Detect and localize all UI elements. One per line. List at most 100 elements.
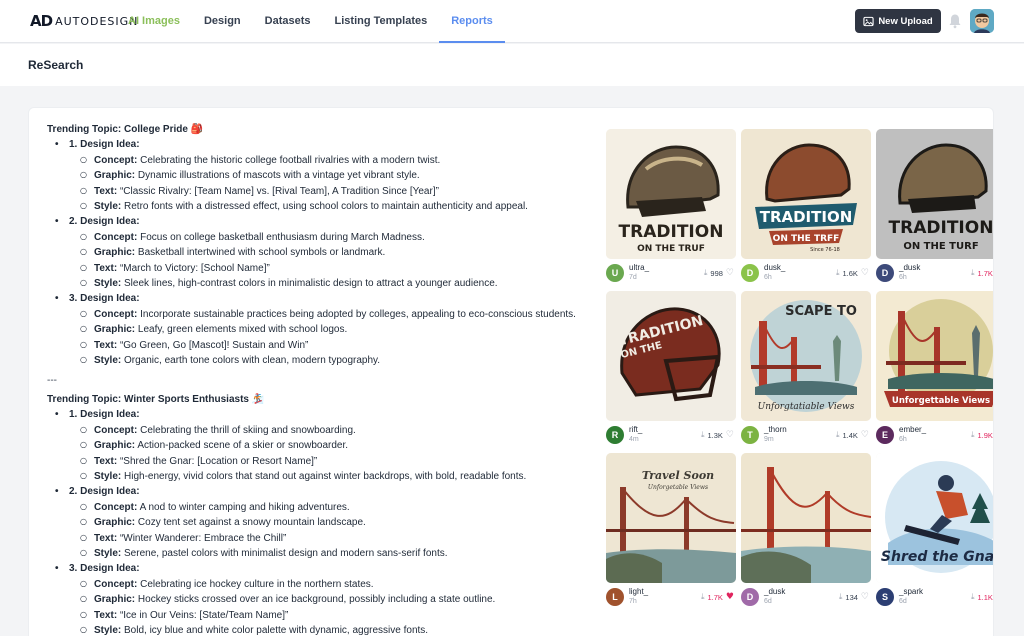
tile-stats: ⤓ 1.1K ♥ [971,592,993,602]
tile-meta: R rift_ 4m ⤓ 1.3K ♡ [606,421,736,449]
user-avatar[interactable] [970,9,994,33]
tile-meta: D _dusk 6h ⤓ 1.7K ♥ [876,259,993,287]
design-thumbnail[interactable]: TRADITION ON THE TRFF Since 76-18 [741,129,871,259]
download-icon[interactable]: ⤓ [836,430,840,440]
artwork-text: TRADITION [889,218,994,238]
gallery-tile[interactable]: TRADITION ON THE TURF D _dusk 6h ⤓ 1.7K … [876,129,994,287]
idea-point: Graphic: Action-packed scene of a skier … [47,437,607,453]
artwork-text: Shred the Gnar [881,549,994,565]
heart-outline-icon[interactable]: ♡ [861,592,869,602]
design-thumbnail[interactable]: SCAPE TO Unforgtatiable Views [741,291,871,421]
creator-name[interactable]: _spark [899,587,923,597]
download-icon[interactable]: ⤓ [701,430,705,440]
artwork-text: ON THE TURF [903,241,978,252]
design-artwork: Shred the Gnar [876,453,994,583]
nav-datasets[interactable]: Datasets [253,0,323,43]
idea-point: Concept: Celebrating ice hockey culture … [47,576,607,592]
tile-stats: ⤓ 1.3K ♡ [701,430,734,440]
idea-point: Concept: A nod to winter camping and hik… [47,499,607,515]
tile-stats: ⤓ 998 ♡ [704,268,734,278]
new-upload-button[interactable]: New Upload [855,9,941,33]
nav-design[interactable]: Design [192,0,253,43]
design-thumbnail[interactable] [741,453,871,583]
download-count: 1.7K [707,592,723,602]
tile-stats: ⤓ 1.4K ♡ [836,430,869,440]
post-time: 7d [629,274,637,281]
creator-name[interactable]: dusk_ [764,263,785,273]
creator-name[interactable]: ultra_ [629,263,649,273]
download-icon[interactable]: ⤓ [701,592,705,602]
creator-avatar[interactable]: L [606,588,624,606]
creator-avatar[interactable]: R [606,426,624,444]
tile-meta: L light_ 7h ⤓ 1.7K ♥ [606,583,736,611]
artwork-text: Unforgettable Views [892,396,990,406]
creator-avatar[interactable]: S [876,588,894,606]
post-time: 7h [629,598,637,605]
design-thumbnail[interactable]: Shred the Gnar [876,453,994,583]
design-thumbnail[interactable]: TRADITION ON THE TURF [876,129,994,259]
idea-point: Style: Retro fonts with a distressed eff… [47,198,607,214]
creator-name[interactable]: ember_ [899,425,926,435]
creator-avatar[interactable]: D [876,264,894,282]
artwork-text: ON THE TRUF [637,244,705,254]
download-icon[interactable]: ⤓ [704,268,708,278]
bell-icon[interactable] [948,13,962,29]
nav-listing-templates[interactable]: Listing Templates [323,0,440,43]
heart-outline-icon[interactable]: ♡ [726,268,734,278]
creator-avatar[interactable]: D [741,588,759,606]
creator-avatar[interactable]: T [741,426,759,444]
idea-point: Concept: Focus on college basketball ent… [47,229,607,245]
logo-mark: AD [30,12,53,30]
design-thumbnail[interactable]: TRADITION ON THE [606,291,736,421]
download-count: 134 [845,592,858,602]
creator-info: ember_ 6h [899,425,926,445]
top-navigation-bar: AD AUTODESIGN AI Images Design Datasets … [0,0,1024,43]
report-card: Trending Topic: College Pride 🎒 1. Desig… [28,107,994,636]
idea-point: Concept: Celebrating the thrill of skiin… [47,422,607,438]
creator-avatar[interactable]: U [606,264,624,282]
image-upload-icon [863,16,874,26]
download-count: 1.9K [977,430,993,440]
gallery-tile[interactable]: Shred the Gnar S _spark 6d ⤓ 1.1K ♥ [876,453,994,611]
gallery-tile[interactable]: D _dusk 6d ⤓ 134 ♡ [741,453,871,611]
creator-info: _spark 6d [899,587,923,607]
download-icon[interactable]: ⤓ [971,430,975,440]
report-text: Trending Topic: College Pride 🎒 1. Desig… [47,122,607,636]
creator-name[interactable]: _dusk [764,587,785,597]
creator-avatar[interactable]: D [741,264,759,282]
idea-point: Style: Bold, icy blue and white color pa… [47,622,607,636]
download-icon[interactable]: ⤓ [971,592,975,602]
tile-meta: D _dusk 6d ⤓ 134 ♡ [741,583,871,611]
nav-reports[interactable]: Reports [439,0,505,43]
gallery-tile[interactable]: TRADITION ON THE TRUF U ultra_ 7d ⤓ 998 … [606,129,736,287]
heart-outline-icon[interactable]: ♡ [861,268,869,278]
page-title: ReSearch [28,58,84,72]
design-thumbnail[interactable]: Unforgettable Views [876,291,993,421]
idea-point: Text: “Ice in Our Veins: [State/Team Nam… [47,607,607,623]
design-idea-heading: 3. Design Idea: [47,561,607,577]
nav-ai-images[interactable]: AI Images [116,0,192,43]
gallery-tile[interactable]: SCAPE TO Unforgtatiable Views T _thorn 9… [741,291,871,449]
creator-avatar[interactable]: E [876,426,894,444]
download-icon[interactable]: ⤓ [971,268,975,278]
download-icon[interactable]: ⤓ [839,592,843,602]
gallery-tile[interactable]: Travel Soon Unforgetable Views L light_ … [606,453,736,611]
design-idea-heading: 2. Design Idea: [47,214,607,230]
creator-name[interactable]: _dusk [899,263,920,273]
creator-name[interactable]: _thorn [764,425,787,435]
idea-point: Style: Serene, pastel colors with minima… [47,545,607,561]
heart-outline-icon[interactable]: ♡ [726,430,734,440]
creator-name[interactable]: rift_ [629,425,642,435]
gallery-tile[interactable]: TRADITION ON THE TRFF Since 76-18 D dusk… [741,129,871,287]
heart-outline-icon[interactable]: ♡ [861,430,869,440]
download-icon[interactable]: ⤓ [836,268,840,278]
tile-stats: ⤓ 134 ♡ [839,592,869,602]
gallery-tile[interactable]: TRADITION ON THE R rift_ 4m ⤓ 1.3K ♡ [606,291,736,449]
gallery-tile[interactable]: Unforgettable Views E ember_ 6h ⤓ 1.9K ♥ [876,291,993,449]
download-count: 1.4K [842,430,858,440]
design-thumbnail[interactable]: TRADITION ON THE TRUF [606,129,736,259]
snowboarder-icon: 🏂 [251,393,265,405]
design-thumbnail[interactable]: Travel Soon Unforgetable Views [606,453,736,583]
creator-name[interactable]: light_ [629,587,648,597]
heart-filled-icon[interactable]: ♥ [726,592,734,602]
